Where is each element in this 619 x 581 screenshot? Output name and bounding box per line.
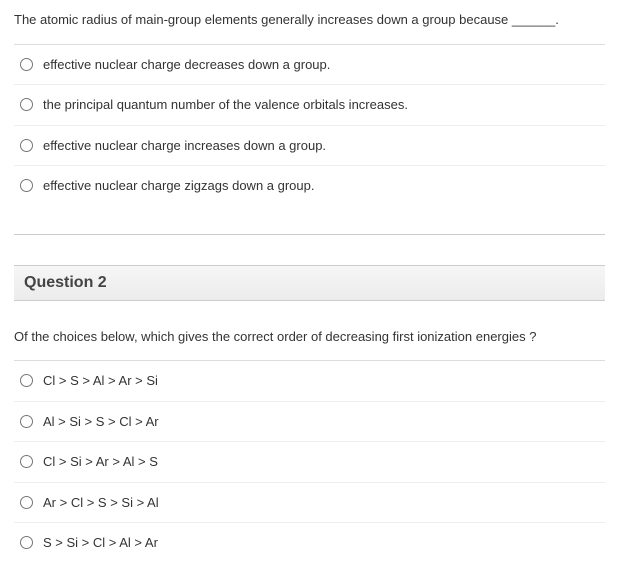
q2-option-d-label: Ar > Cl > S > Si > Al <box>43 493 159 513</box>
q2-radio-e[interactable] <box>20 536 33 549</box>
q1-prompt: The atomic radius of main-group elements… <box>14 6 605 44</box>
q2-option-a[interactable]: Cl > S > Al > Ar > Si <box>14 361 605 402</box>
section-divider <box>14 234 605 235</box>
q2-option-e[interactable]: S > Si > Cl > Al > Ar <box>14 523 605 563</box>
q2-heading: Question 2 <box>14 265 605 301</box>
q1-radio-c[interactable] <box>20 139 33 152</box>
q1-option-a[interactable]: effective nuclear charge decreases down … <box>14 45 605 86</box>
q2-option-e-label: S > Si > Cl > Al > Ar <box>43 533 158 553</box>
q2-options: Cl > S > Al > Ar > Si Al > Si > S > Cl >… <box>14 360 605 563</box>
q2-radio-d[interactable] <box>20 496 33 509</box>
q2-option-b[interactable]: Al > Si > S > Cl > Ar <box>14 402 605 443</box>
q2-option-c[interactable]: Cl > Si > Ar > Al > S <box>14 442 605 483</box>
q1-option-c[interactable]: effective nuclear charge increases down … <box>14 126 605 167</box>
q1-radio-a[interactable] <box>20 58 33 71</box>
q2-radio-b[interactable] <box>20 415 33 428</box>
q2-option-c-label: Cl > Si > Ar > Al > S <box>43 452 158 472</box>
q1-option-b-label: the principal quantum number of the vale… <box>43 95 408 115</box>
q1-option-c-label: effective nuclear charge increases down … <box>43 136 326 156</box>
q2-option-b-label: Al > Si > S > Cl > Ar <box>43 412 159 432</box>
q2-prompt: Of the choices below, which gives the co… <box>14 323 605 361</box>
q2-radio-a[interactable] <box>20 374 33 387</box>
q2-option-a-label: Cl > S > Al > Ar > Si <box>43 371 158 391</box>
q1-option-d-label: effective nuclear charge zigzags down a … <box>43 176 314 196</box>
q2-option-d[interactable]: Ar > Cl > S > Si > Al <box>14 483 605 524</box>
q2-radio-c[interactable] <box>20 455 33 468</box>
q1-options: effective nuclear charge decreases down … <box>14 44 605 206</box>
q1-option-a-label: effective nuclear charge decreases down … <box>43 55 330 75</box>
q1-radio-b[interactable] <box>20 98 33 111</box>
q1-option-b[interactable]: the principal quantum number of the vale… <box>14 85 605 126</box>
q1-radio-d[interactable] <box>20 179 33 192</box>
q1-option-d[interactable]: effective nuclear charge zigzags down a … <box>14 166 605 206</box>
